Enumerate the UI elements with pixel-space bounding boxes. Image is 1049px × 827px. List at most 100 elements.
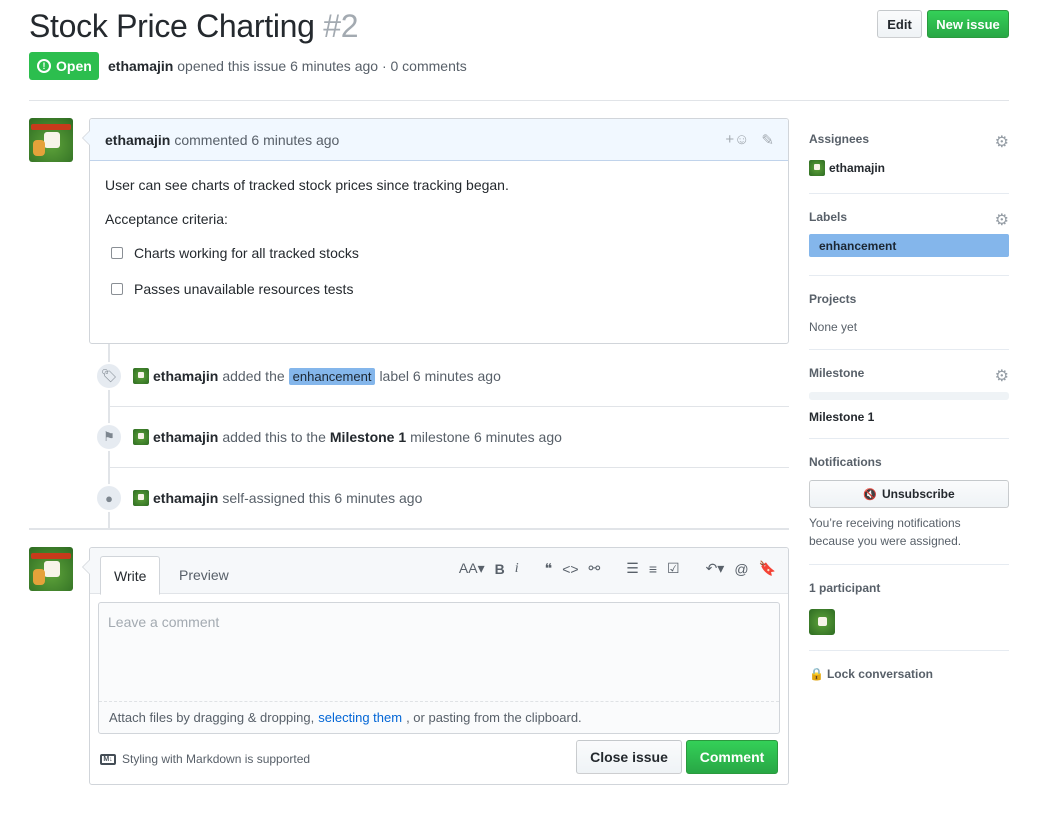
label-badge[interactable]: enhancement: [288, 367, 376, 385]
comment-button[interactable]: Comment: [686, 740, 778, 774]
issue-comment: ethamajin commented 6 minutes ago +☺ ✎ U…: [82, 118, 789, 344]
comment-tabs: Write Preview AA▾ B i ❝ <> ⚯ ☰ ≡ ☑ ↶▾ @ …: [90, 548, 788, 595]
label-badge[interactable]: enhancement: [809, 234, 1009, 257]
edit-pencil-icon[interactable]: ✎: [761, 131, 774, 149]
sidebar-projects: Projects None yet: [809, 276, 1009, 350]
task-item[interactable]: Passes unavailable resources tests: [111, 281, 773, 297]
event-user[interactable]: ethamajin: [153, 490, 218, 506]
event-user[interactable]: ethamajin: [153, 429, 218, 445]
assignees-heading[interactable]: Assignees: [809, 132, 1009, 146]
avatar[interactable]: [133, 490, 149, 506]
markdown-icon: M↓: [100, 753, 116, 765]
bookmark-icon[interactable]: 🔖: [759, 560, 776, 577]
criteria-heading: Acceptance criteria:: [105, 211, 228, 227]
unordered-list-icon[interactable]: ☰: [626, 560, 639, 577]
avatar[interactable]: [133, 368, 149, 384]
gear-icon[interactable]: ⚙: [995, 132, 1009, 152]
mention-icon[interactable]: @: [734, 561, 748, 577]
comment-body: User can see charts of tracked stock pri…: [90, 161, 788, 333]
avatar[interactable]: [809, 609, 835, 635]
task-checkbox[interactable]: [111, 283, 123, 295]
unsubscribe-label: Unsubscribe: [882, 487, 955, 501]
issue-meta: ethamajin opened this issue 6 minutes ag…: [108, 58, 467, 74]
avatar[interactable]: [29, 547, 73, 591]
comment-author[interactable]: ethamajin: [105, 132, 170, 148]
gear-icon[interactable]: ⚙: [995, 210, 1009, 230]
milestone-link[interactable]: Milestone 1: [809, 410, 1009, 424]
comment-text: User can see charts of tracked stock pri…: [105, 177, 509, 193]
title-text: Stock Price Charting: [29, 8, 315, 44]
timeline-end-divider: [29, 528, 789, 530]
comment-header: ethamajin commented 6 minutes ago +☺ ✎: [90, 119, 788, 161]
milestone-progress-bar: [809, 392, 1009, 400]
issue-title: Stock Price Charting #2: [29, 8, 359, 45]
milestone-link[interactable]: Milestone 1: [330, 429, 406, 445]
avatar[interactable]: [133, 429, 149, 445]
author-link[interactable]: ethamajin: [108, 58, 173, 74]
event-user[interactable]: ethamajin: [153, 368, 218, 384]
lock-label: Lock conversation: [826, 667, 933, 681]
event-text: label 6 minutes ago: [379, 368, 501, 384]
milestone-icon: ⚑: [95, 423, 123, 451]
code-icon[interactable]: <>: [562, 561, 578, 577]
ordered-list-icon[interactable]: ≡: [649, 561, 657, 577]
event-text: added this to the: [222, 429, 326, 445]
event-divider: [110, 467, 789, 468]
sidebar-lock: 🔒 Lock conversation: [809, 651, 1009, 681]
opened-text: opened this issue 6 minutes ago · 0 comm…: [177, 58, 467, 74]
tag-icon: 🏷: [95, 362, 123, 390]
task-item[interactable]: Charts working for all tracked stocks: [111, 245, 773, 261]
avatar[interactable]: [29, 118, 73, 162]
gear-icon[interactable]: ⚙: [995, 366, 1009, 386]
notify-reason: You’re receiving notifications because y…: [809, 516, 962, 548]
task-label: Passes unavailable resources tests: [134, 281, 354, 297]
reply-icon[interactable]: ↶▾: [706, 560, 725, 577]
task-list-icon[interactable]: ☑: [667, 560, 680, 577]
new-comment-form: Write Preview AA▾ B i ❝ <> ⚯ ☰ ≡ ☑ ↶▾ @ …: [82, 547, 789, 785]
participants-heading: 1 participant: [809, 581, 881, 595]
bold-icon[interactable]: B: [495, 561, 505, 577]
comment-placeholder: Leave a comment: [108, 614, 220, 630]
comment-textarea[interactable]: Leave a comment Attach files by dragging…: [98, 602, 780, 734]
link-icon[interactable]: ⚯: [589, 560, 601, 577]
person-icon: ●: [95, 484, 123, 512]
timeline-event-label: 🏷 ethamajin added the enhancement label …: [95, 361, 501, 391]
milestone-heading[interactable]: Milestone: [809, 366, 1009, 380]
event-text: self-assigned this 6 minutes ago: [222, 490, 423, 506]
labels-heading[interactable]: Labels: [809, 210, 1009, 224]
task-label: Charts working for all tracked stocks: [134, 245, 359, 261]
issue-opened-icon: !: [37, 59, 51, 73]
quote-icon[interactable]: ❝: [545, 560, 553, 577]
sidebar-notifications: Notifications 🔇 Unsubscribe You’re receiv…: [809, 439, 1009, 565]
projects-heading[interactable]: Projects: [809, 292, 1009, 306]
sidebar: Assignees ⚙ ethamajin Labels ⚙ enhanceme…: [809, 118, 1009, 681]
text-size-icon[interactable]: AA▾: [459, 560, 485, 577]
markdown-note[interactable]: M↓ Styling with Markdown is supported: [100, 752, 310, 766]
projects-value: None yet: [809, 320, 858, 334]
new-issue-button[interactable]: New issue: [927, 10, 1009, 38]
status-badge: ! Open: [29, 52, 99, 80]
attach-text: Attach files by dragging & dropping,: [109, 710, 315, 725]
add-reaction-icon[interactable]: +☺: [725, 131, 749, 149]
tab-preview[interactable]: Preview: [166, 556, 242, 594]
sidebar-assignees: Assignees ⚙ ethamajin: [809, 118, 1009, 194]
sidebar-participants: 1 participant: [809, 565, 1009, 651]
comment-time: commented 6 minutes ago: [174, 131, 340, 148]
file-attach-area[interactable]: Attach files by dragging & dropping, sel…: [99, 701, 779, 733]
sidebar-milestone: Milestone ⚙ Milestone 1: [809, 350, 1009, 439]
header-divider: [29, 100, 1009, 101]
timeline-event-assign: ● ethamajin self-assigned this 6 minutes…: [95, 483, 422, 513]
unsubscribe-button[interactable]: 🔇 Unsubscribe: [809, 480, 1009, 508]
assignee-item[interactable]: ethamajin: [809, 160, 1009, 176]
edit-button[interactable]: Edit: [877, 10, 922, 38]
tab-write[interactable]: Write: [100, 556, 161, 595]
lock-conversation-link[interactable]: 🔒 Lock conversation: [809, 667, 1009, 681]
close-issue-button[interactable]: Close issue: [576, 740, 682, 774]
select-files-link[interactable]: selecting them: [318, 710, 402, 725]
markdown-note-text: Styling with Markdown is supported: [122, 752, 311, 766]
task-checkbox[interactable]: [111, 247, 123, 259]
avatar: [809, 160, 825, 176]
event-divider: [110, 406, 789, 407]
status-label: Open: [56, 58, 92, 74]
italic-icon[interactable]: i: [515, 561, 519, 577]
